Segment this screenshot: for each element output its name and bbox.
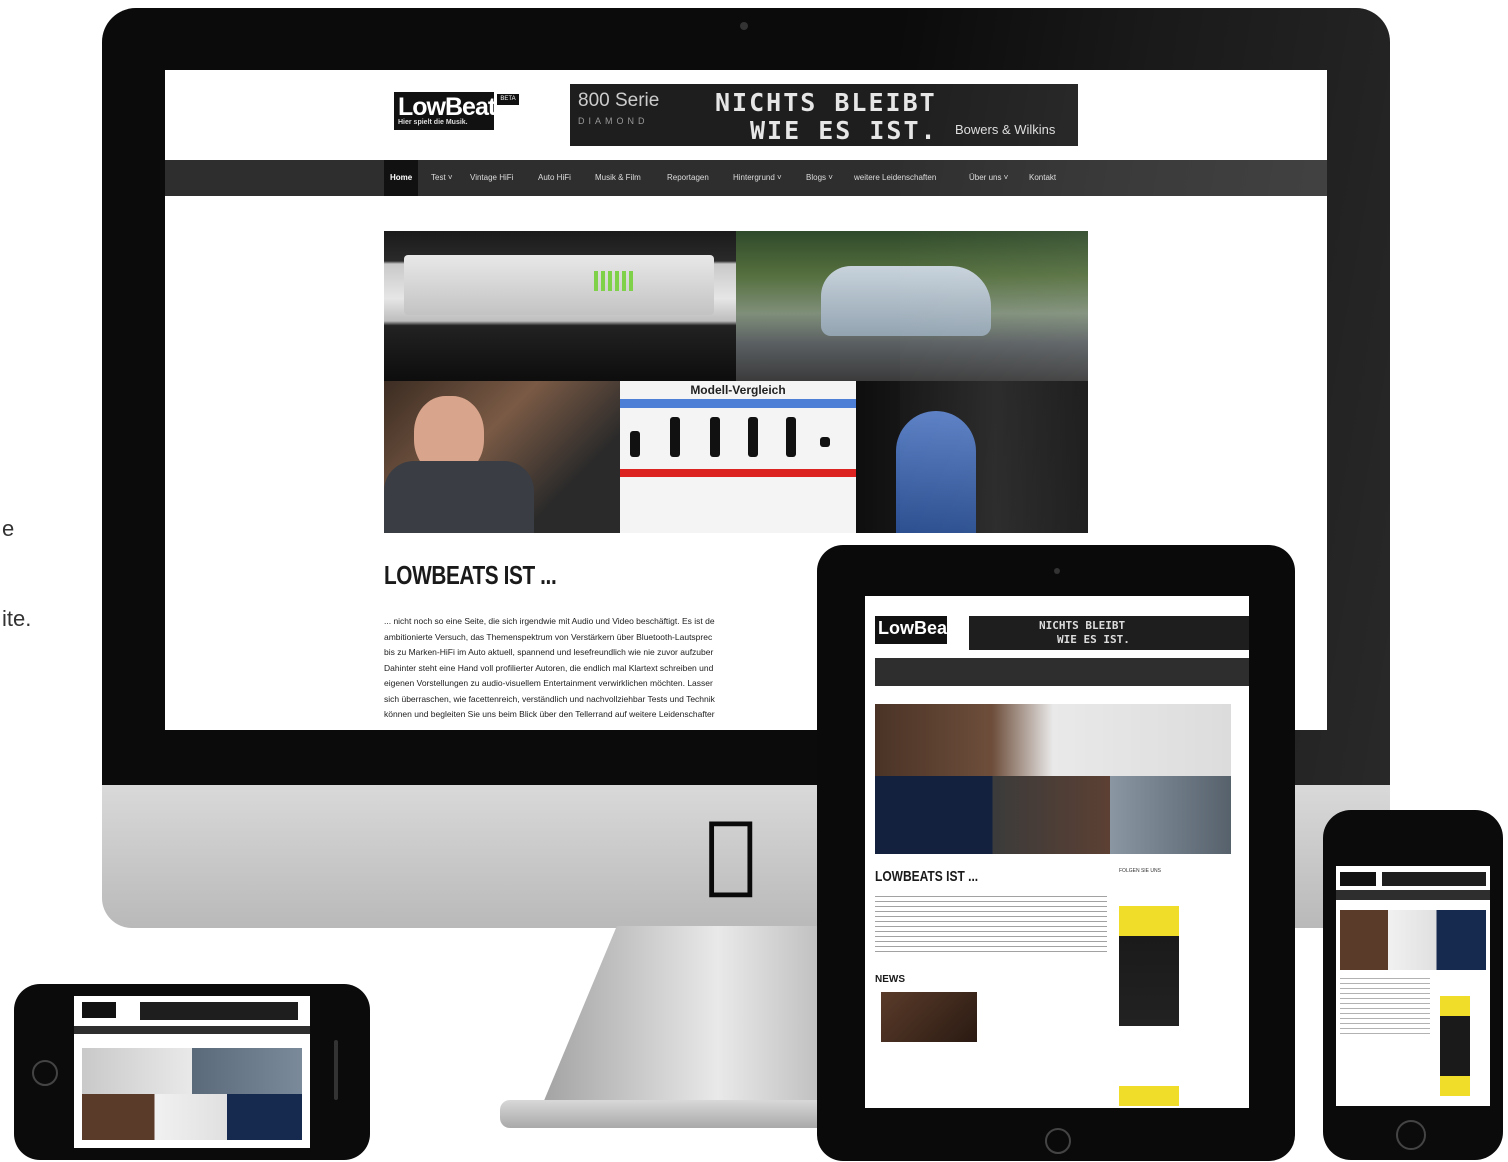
hero-tile-amplifier[interactable]	[384, 231, 736, 381]
nav-ueber-uns[interactable]: Über uns ˅	[969, 160, 1008, 196]
ipad-news-heading: NEWS	[875, 974, 905, 985]
mini-banner	[1382, 872, 1486, 886]
compare-title: Modell-Vergleich	[690, 383, 786, 397]
ipad-screen: LowBeats NICHTS BLEIBT WIE ES IST. LOWBE…	[865, 596, 1249, 1108]
ipad-hero-images-row-2[interactable]	[875, 776, 1231, 854]
camera-icon	[1054, 568, 1060, 574]
logo-tagline: Hier spielt die Musik.	[398, 119, 468, 126]
ipad-ad-banner[interactable]: NICHTS BLEIBT WIE ES IST.	[969, 616, 1249, 650]
cropped-side-text: ite.	[2, 606, 32, 631]
hero-tile-interview[interactable]	[384, 381, 620, 533]
nav-musik-film[interactable]: Musik & Film	[595, 160, 641, 196]
mini-hero-images	[82, 1048, 302, 1094]
mini-hero-images-row-2	[82, 1094, 302, 1140]
intro-text: ... nicht noch so eine Seite, die sich i…	[384, 614, 854, 723]
camera-icon	[740, 22, 748, 30]
iphone-landscape-screen	[74, 996, 310, 1148]
cropped-side-text: e	[2, 516, 15, 541]
ipad-site-logo[interactable]: LowBeats	[875, 616, 963, 644]
ipad-banner-line-2: WIE ES IST.	[1057, 633, 1130, 646]
mini-navigation	[1336, 890, 1490, 900]
mini-text-lines	[1340, 978, 1430, 1038]
mini-logo	[1340, 872, 1376, 886]
nav-test[interactable]: Test ˅	[431, 160, 453, 196]
hero-tile-model-comparison[interactable]: Modell-Vergleich	[620, 381, 856, 533]
intro-line: Dahinter steht eine Hand voll profiliert…	[384, 662, 714, 673]
ipad-intro-text	[875, 896, 1107, 956]
banner-series: 800 Serie	[578, 90, 660, 111]
ipad-follow-label: FOLGEN SIE UNS	[1119, 868, 1161, 874]
main-navigation: Home Test ˅ Vintage HiFi Auto HiFi Musik…	[165, 160, 1327, 196]
nav-reportagen[interactable]: Reportagen	[667, 160, 709, 196]
intro-line: können und begleiten Sie uns beim Blick …	[384, 709, 715, 719]
mini-sidebar-ad	[1440, 996, 1470, 1096]
nav-kontakt[interactable]: Kontakt	[1029, 160, 1056, 196]
intro-line: bis zu Marken-HiFi im Auto aktuell, span…	[384, 647, 714, 657]
nav-vintage-hifi[interactable]: Vintage HiFi	[470, 160, 513, 196]
mini-navigation	[74, 1026, 310, 1034]
ipad-sidebar-ad[interactable]	[1119, 906, 1179, 1106]
mini-hero-images	[1340, 910, 1486, 970]
nav-hintergrund[interactable]: Hintergrund ˅	[733, 160, 782, 196]
ipad-news-thumbnail[interactable]	[881, 992, 977, 1042]
iphone-portrait-screen	[1336, 866, 1490, 1106]
beta-badge: BETA	[497, 94, 519, 105]
intro-line: sich überraschen, wie facettenreich, ver…	[384, 693, 715, 704]
logo-text: LowBeats	[398, 93, 509, 121]
mini-banner	[140, 1002, 298, 1020]
side-button	[334, 1040, 338, 1100]
ipad-banner-line-1: NICHTS BLEIBT	[1039, 619, 1126, 632]
banner-brand: Bowers & Wilkins	[955, 122, 1056, 137]
site-logo[interactable]: LowBeats Hier spielt die Musik.	[394, 92, 509, 130]
hero-tile-painter[interactable]	[856, 381, 1088, 533]
ipad-logo-text: LowBeats	[878, 618, 964, 638]
banner-headline-2: WIE ES IST.	[750, 116, 938, 145]
banner-headline-1: NICHTS BLEIBT	[715, 88, 937, 117]
intro-line: ambitionierte Versuch, das Themenspektru…	[384, 631, 713, 642]
nav-blogs[interactable]: Blogs ˅	[806, 160, 833, 196]
banner-diamond: DIAMOND	[578, 116, 649, 126]
home-button-icon	[1396, 1120, 1426, 1150]
nav-auto-hifi[interactable]: Auto HiFi	[538, 160, 571, 196]
ad-banner[interactable]: 800 Serie DIAMOND NICHTS BLEIBT WIE ES I…	[570, 84, 1078, 146]
ipad-page-title: LOWBEATS IST ...	[875, 868, 979, 885]
home-button-icon	[1045, 1128, 1071, 1154]
intro-line: eigenen Vorstellungen zu audio-visuellem…	[384, 678, 713, 688]
nav-weitere-leidenschaften[interactable]: weitere Leidenschaften	[854, 160, 936, 196]
home-button-icon	[32, 1060, 58, 1086]
intro-line: ... nicht noch so eine Seite, die sich i…	[384, 616, 715, 626]
apple-logo-icon: 	[705, 810, 757, 896]
mini-logo	[82, 1002, 116, 1018]
hero-tile-car[interactable]	[736, 231, 1088, 381]
nav-home[interactable]: Home	[384, 160, 419, 196]
page-title: LOWBEATS IST ...	[384, 560, 557, 590]
ipad-navigation[interactable]	[875, 658, 1249, 686]
